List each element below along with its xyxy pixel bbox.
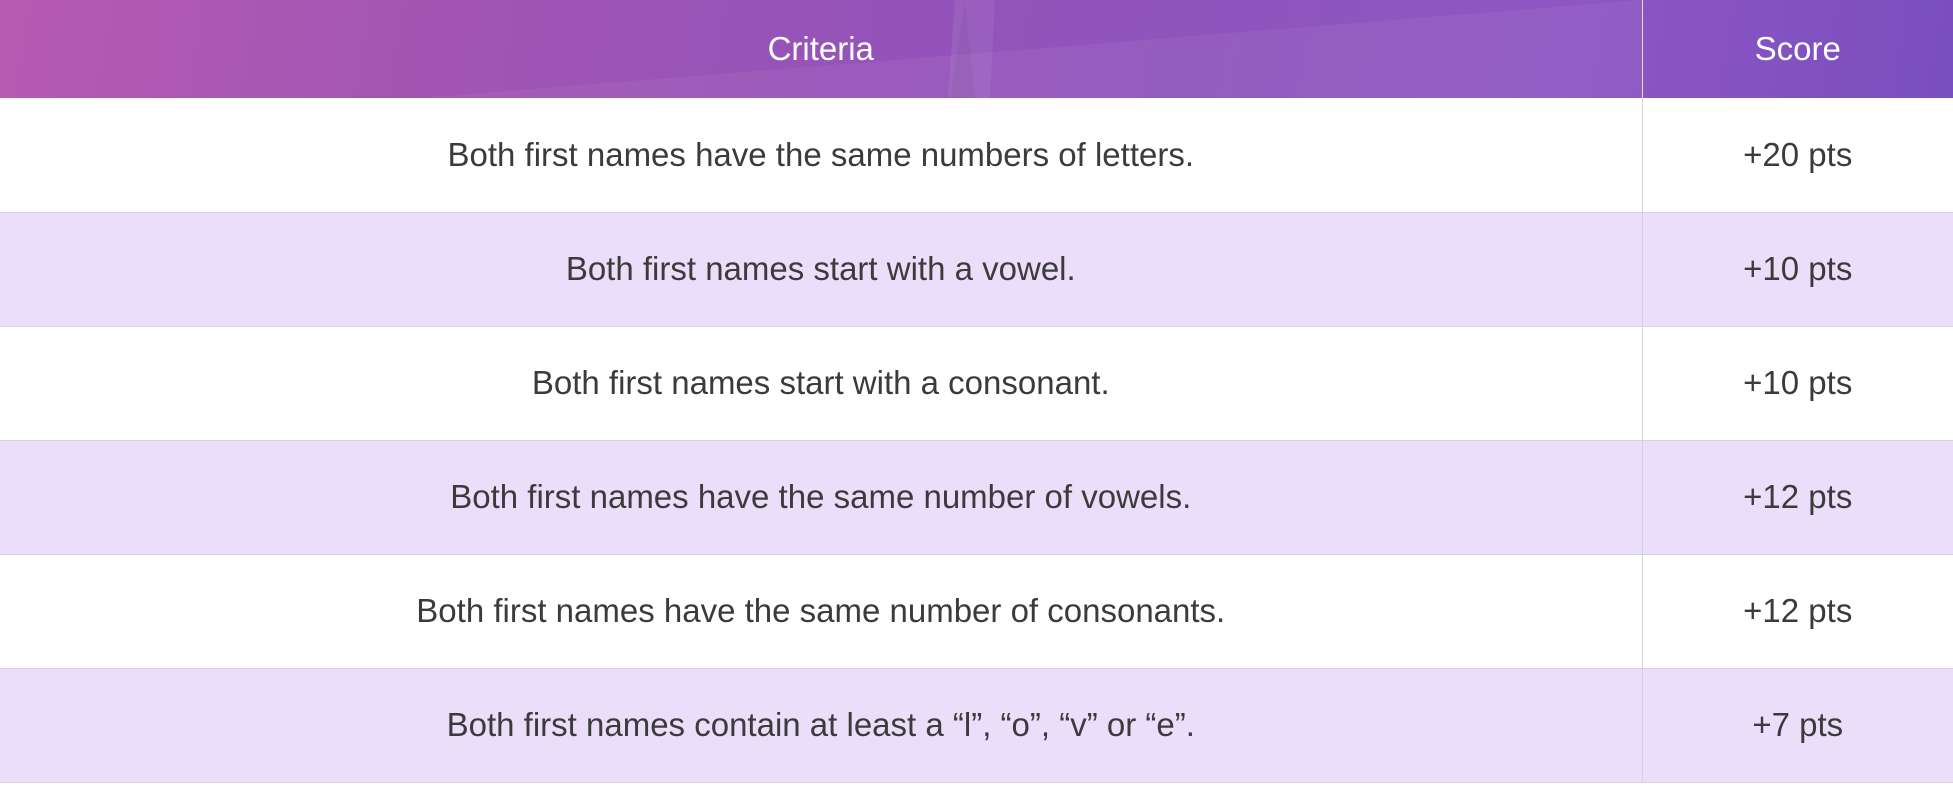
score-cell: +12 pts	[1642, 554, 1953, 669]
score-cell: +10 pts	[1642, 212, 1953, 327]
table-row: Both first names have the same numbers o…	[0, 98, 1953, 213]
table-header: Criteria Score	[0, 0, 1953, 98]
score-column-header: Score	[1642, 0, 1953, 98]
criteria-column-header: Criteria	[0, 0, 1643, 98]
table-row: Both first names start with a vowel. +10…	[0, 212, 1953, 327]
scoring-table: Criteria Score Both first names have the…	[0, 0, 1953, 783]
criteria-cell: Both first names start with a vowel.	[0, 212, 1643, 327]
header-row: Criteria Score	[0, 0, 1953, 98]
table-row: Both first names contain at least a “l”,…	[0, 668, 1953, 783]
criteria-cell: Both first names contain at least a “l”,…	[0, 668, 1643, 783]
table-row: Both first names start with a consonant.…	[0, 326, 1953, 441]
score-header-label: Score	[1754, 30, 1841, 67]
table-row: Both first names have the same number of…	[0, 440, 1953, 555]
criteria-cell: Both first names have the same number of…	[0, 440, 1643, 555]
score-cell: +12 pts	[1642, 440, 1953, 555]
criteria-cell: Both first names have the same number of…	[0, 554, 1643, 669]
table-row: Both first names have the same number of…	[0, 554, 1953, 669]
scoring-table-container: Criteria Score Both first names have the…	[0, 0, 1953, 783]
criteria-header-label: Criteria	[767, 30, 874, 67]
criteria-cell: Both first names have the same numbers o…	[0, 98, 1643, 213]
table-body: Both first names have the same numbers o…	[0, 98, 1953, 783]
score-cell: +7 pts	[1642, 668, 1953, 783]
criteria-cell: Both first names start with a consonant.	[0, 326, 1643, 441]
score-cell: +20 pts	[1642, 98, 1953, 213]
score-cell: +10 pts	[1642, 326, 1953, 441]
